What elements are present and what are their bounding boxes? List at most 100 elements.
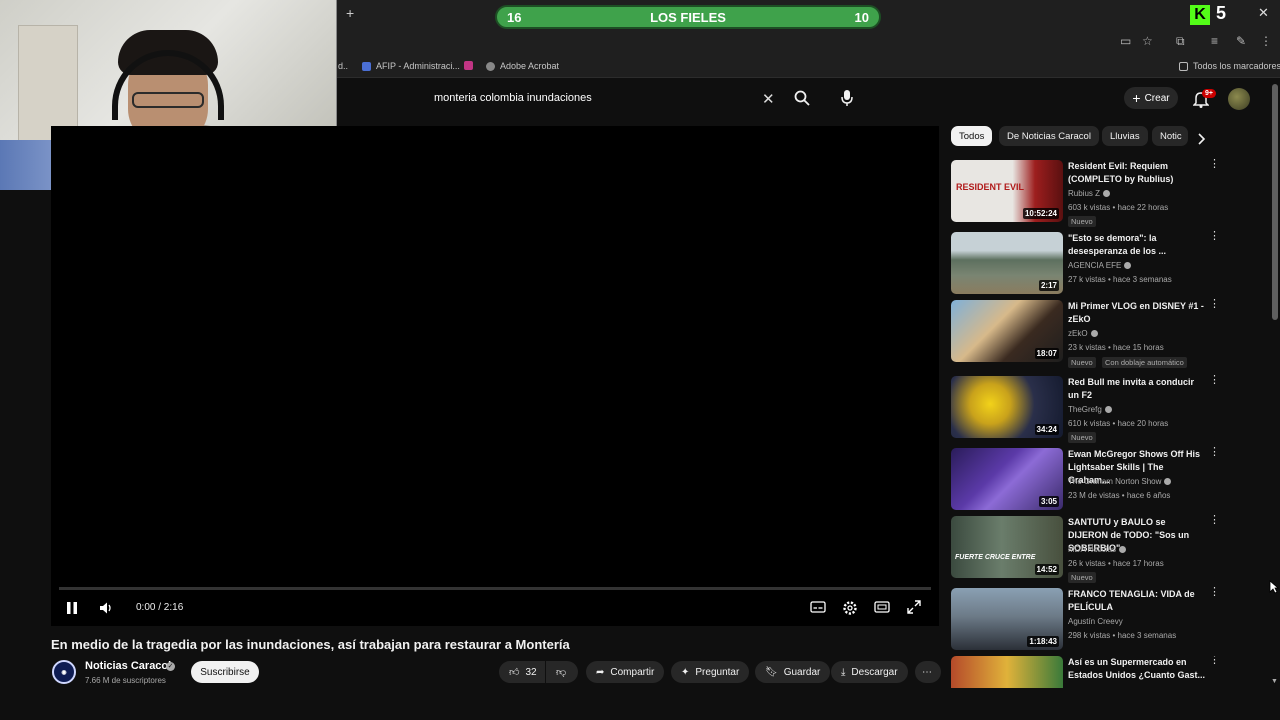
channel-name: MDA Noticias xyxy=(1068,545,1127,554)
globe-icon xyxy=(486,61,495,71)
download-button[interactable]: ⤓ Descargar xyxy=(831,661,908,683)
chip-lluvias[interactable]: Lluvias xyxy=(1102,126,1148,146)
clear-search-icon[interactable]: ✕ xyxy=(762,90,775,108)
instagram-icon xyxy=(464,61,473,70)
subscribe-button[interactable]: Suscribirse xyxy=(191,661,259,683)
thumbnail[interactable]: 3:05 xyxy=(951,448,1063,510)
thumbnail[interactable]: RESIDENT EVIL 10:52:24 xyxy=(951,160,1063,222)
more-vertical-icon[interactable]: ⋮ xyxy=(1209,375,1220,386)
verified-check-icon xyxy=(1119,546,1127,554)
duration: 2:17 xyxy=(1038,280,1059,291)
more-horizontal-icon: ⋯ xyxy=(922,666,932,678)
channel-name[interactable]: Noticias Caracol xyxy=(85,660,171,672)
chip-noticias[interactable]: Notic xyxy=(1152,126,1188,146)
thumbnail[interactable]: 18:07 xyxy=(951,300,1063,362)
subtitles-icon[interactable] xyxy=(810,600,826,619)
scroll-down-arrow-icon[interactable]: ▼ xyxy=(1271,678,1278,685)
chevron-right-icon[interactable] xyxy=(1196,132,1206,150)
view-stats: 603 k vistas • hace 22 horas xyxy=(1068,203,1169,212)
new-badge: Nuevo xyxy=(1068,432,1096,443)
thumbnail[interactable]: 2:17 xyxy=(951,232,1063,294)
progress-bar[interactable] xyxy=(59,587,931,590)
thumbnail-art: RESIDENT EVIL xyxy=(956,182,1025,192)
chip-de-noticias-caracol[interactable]: De Noticias Caracol xyxy=(999,126,1099,146)
score-right: 10 xyxy=(854,9,869,25)
thumbs-down-icon: 👎︎ xyxy=(556,667,567,678)
more-vertical-icon[interactable]: ⋮ xyxy=(1209,447,1220,458)
scrollbar-thumb[interactable] xyxy=(1272,84,1278,320)
chip-todos[interactable]: Todos xyxy=(951,126,993,146)
bookmark-item[interactable]: d.. xyxy=(338,61,348,71)
kick-logo-icon: K xyxy=(1190,5,1210,25)
volume-icon[interactable] xyxy=(99,601,113,620)
ask-button[interactable]: ✦ Preguntar xyxy=(671,661,750,683)
settings-gear-icon[interactable] xyxy=(842,600,858,621)
bookmark-label: AFIP - Administraci... xyxy=(376,61,460,71)
fullscreen-icon[interactable] xyxy=(907,600,921,619)
like-button[interactable]: 👍︎ 32 xyxy=(499,661,545,683)
save-button[interactable]: 🔖︎ Guardar xyxy=(755,661,831,683)
verified-check-icon xyxy=(1124,262,1132,270)
duration: 18:07 xyxy=(1034,348,1059,359)
more-vertical-icon[interactable]: ⋮ xyxy=(1209,159,1220,170)
duration: 1:18:43 xyxy=(1027,636,1059,647)
more-actions-button[interactable]: ⋯ xyxy=(915,661,941,683)
save-label: Guardar xyxy=(783,666,821,678)
extensions-icon[interactable]: ⧉ xyxy=(1176,34,1185,49)
extension-icon[interactable]: ✎ xyxy=(1236,34,1246,48)
create-button[interactable]: + Crear xyxy=(1124,87,1178,109)
cast-icon[interactable]: ▭ xyxy=(1120,34,1131,48)
thumbnail[interactable]: 34:24 xyxy=(951,376,1063,438)
thumbnail[interactable]: FUERTE CRUCE ENTRE 14:52 xyxy=(951,516,1063,578)
all-bookmarks[interactable]: Todos los marcadores xyxy=(1179,61,1280,71)
thumbnail-art: FUERTE CRUCE ENTRE xyxy=(955,554,1036,561)
account-avatar[interactable] xyxy=(1228,88,1250,110)
viewer-count: 5 xyxy=(1216,3,1227,23)
share-arrow-icon: ➦ xyxy=(596,666,605,678)
dislike-button[interactable]: 👎︎ xyxy=(546,661,578,683)
more-vertical-icon[interactable]: ⋮ xyxy=(1209,231,1220,242)
verified-check-icon: ✓ xyxy=(166,662,175,671)
video-player[interactable] xyxy=(51,126,939,626)
channel-name: The Graham Norton Show xyxy=(1068,477,1172,486)
more-vertical-icon[interactable]: ⋮ xyxy=(1209,515,1220,526)
thumbnail[interactable] xyxy=(951,656,1063,688)
microphone-icon[interactable] xyxy=(840,89,854,112)
more-vertical-icon[interactable]: ⋮ xyxy=(1209,656,1220,666)
theater-mode-icon[interactable] xyxy=(874,600,890,619)
bookmark-acrobat[interactable]: Adobe Acrobat xyxy=(486,61,559,71)
time-display: 0:00 / 2:16 xyxy=(136,602,184,613)
share-button[interactable]: ➦ Compartir xyxy=(586,661,665,683)
video-title: Red Bull me invita a conducir un F2 xyxy=(1068,377,1195,400)
folder-icon xyxy=(1179,61,1188,71)
more-vertical-icon[interactable]: ⋮ xyxy=(1209,299,1220,310)
pause-icon[interactable] xyxy=(66,601,78,620)
verified-check-icon xyxy=(1104,406,1112,414)
bookmark-icon: 🔖︎ xyxy=(765,666,778,678)
video-title: "Esto se demora": la desesperanza de los… xyxy=(1068,233,1167,256)
notification-badge: 9+ xyxy=(1202,89,1216,98)
view-stats: 26 k vistas • hace 17 horas xyxy=(1068,559,1164,568)
close-icon[interactable]: ✕ xyxy=(1258,5,1269,21)
reading-list-icon[interactable]: ≡ xyxy=(1211,34,1218,48)
more-vertical-icon[interactable]: ⋮ xyxy=(1209,587,1220,598)
search-input[interactable]: monteria colombia inundaciones xyxy=(424,88,786,110)
view-stats: 27 k vistas • hace 3 semanas xyxy=(1068,275,1172,284)
mouse-cursor-icon xyxy=(1269,580,1280,599)
bookmark-instagram[interactable] xyxy=(464,61,473,70)
like-count: 32 xyxy=(525,666,537,678)
channel-name: Agustín Creevy xyxy=(1068,617,1123,626)
browser-menu-icon[interactable]: ⋮ xyxy=(1260,34,1272,48)
bookmark-afip[interactable]: AFIP - Administraci... xyxy=(362,61,460,71)
afip-icon xyxy=(362,61,371,71)
ask-label: Preguntar xyxy=(695,666,740,678)
search-icon[interactable] xyxy=(793,89,811,112)
new-tab-button[interactable]: + xyxy=(346,5,354,21)
all-bookmarks-label: Todos los marcadores xyxy=(1193,61,1280,71)
thumbnail[interactable]: 1:18:43 xyxy=(951,588,1063,650)
video-title: Así es un Supermercado en Estados Unidos… xyxy=(1068,657,1206,680)
recommendation-item[interactable]: Así es un Supermercado en Estados Unidos… xyxy=(951,656,1221,688)
channel-avatar[interactable]: ◉ xyxy=(52,660,76,684)
auto-dub-badge: Con doblaje automático xyxy=(1102,357,1187,368)
bookmark-star-icon[interactable]: ☆ xyxy=(1142,34,1153,48)
